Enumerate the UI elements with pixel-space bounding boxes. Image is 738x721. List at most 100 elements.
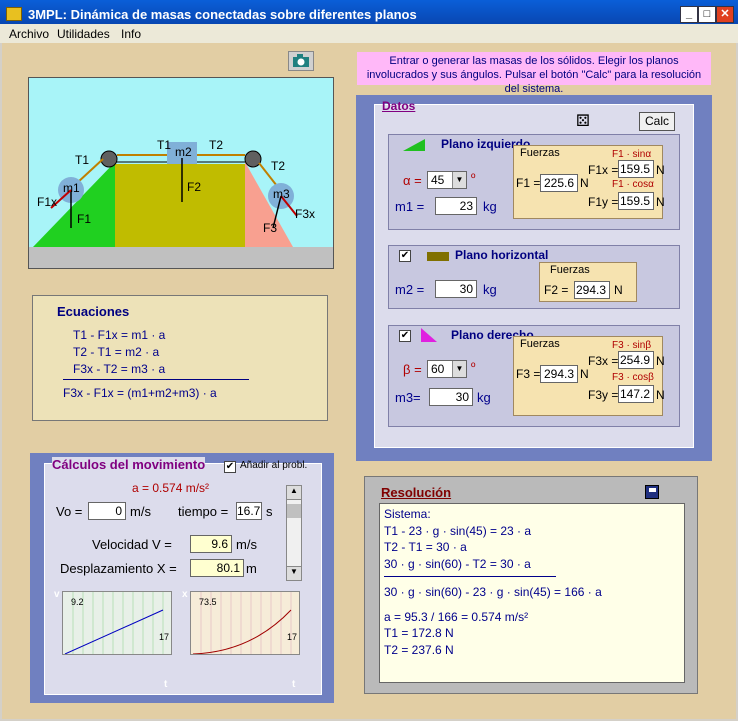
velocidad-output: 9.6 (190, 535, 232, 553)
resolucion-title: Resolución (381, 485, 452, 500)
chevron-down-icon[interactable]: ▼ (452, 172, 466, 188)
f1-sin-label: F1 · sinα (612, 149, 652, 160)
calculos-title: Cálculos del movimiento (52, 457, 206, 472)
scroll-up-icon[interactable]: ▲ (287, 486, 301, 500)
velocity-curve (64, 609, 164, 655)
velocidad-unit: m/s (236, 537, 257, 552)
datos-panel: Datos ⚄ Calc Plano izquierdo α = 45 ▼ º m… (356, 95, 712, 461)
f2-label: F2 (187, 180, 201, 194)
graph-x-ymax: 73.5 (199, 597, 217, 607)
ecuaciones-panel: Ecuaciones T1 - F1x = m1 · a T2 - T1 = m… (32, 295, 328, 421)
menu-utilidades[interactable]: Utilidades (57, 27, 110, 41)
displacement-curve (192, 609, 292, 655)
menu-archivo[interactable]: Archivo (9, 27, 49, 41)
menu-info[interactable]: Info (121, 27, 141, 41)
F1x-output: 159.5 (618, 160, 654, 178)
plano-derecho-panel: ✔ Plano derecho β = 60 ▼ º m3= 30 kg Fuer… (388, 325, 680, 427)
t1-label-top: T1 (157, 138, 171, 152)
m1-field-label: m1 = (395, 199, 425, 214)
scroll-thumb[interactable] (287, 504, 301, 518)
F1-output: 225.6 (540, 174, 578, 192)
graph-x-t: t (292, 679, 296, 690)
maximize-button[interactable]: □ (698, 6, 716, 23)
fuerzas-left: Fuerzas F1 · sinα F1 · cosα F1 = 225.6 N… (513, 145, 665, 219)
f3-sin-label: F3 · sinβ (612, 340, 652, 351)
res-line: 30 · g · sin(60) - 23 · g · sin(45) = 16… (384, 585, 602, 599)
eq-line-3: F3x - T2 = m3 · a (73, 362, 166, 376)
resolucion-text: Sistema: T1 - 23 · g · sin(45) = 23 · a … (379, 503, 685, 683)
m3-unit: kg (477, 390, 491, 405)
tiempo-unit: s (266, 504, 273, 519)
random-dice-icon[interactable]: ⚄ (576, 114, 590, 130)
F3x-label: F3x = (588, 354, 619, 368)
graph-x: 73.5 17 (190, 591, 300, 655)
alpha-select[interactable]: 45 ▼ (427, 171, 467, 189)
close-button[interactable]: ✕ (716, 6, 734, 23)
tiempo-input[interactable]: 16.7 (236, 502, 262, 520)
graph-v-ymax: 9.2 (71, 597, 84, 607)
app-icon (6, 7, 22, 21)
desplazamiento-output: 80.1 (190, 559, 244, 577)
datos-title: Datos (382, 99, 416, 113)
fuerzas-horizontal-title: Fuerzas (550, 264, 590, 276)
eq-line-4: F3x - F1x = (m1+m2+m3) · a (63, 386, 217, 400)
f1x-label: F1x (37, 195, 57, 209)
acceleration-text: a = 0.574 m/s² (132, 481, 210, 495)
beta-label: β = (403, 362, 422, 377)
scroll-down-icon[interactable]: ▼ (287, 566, 301, 580)
res-line: a = 95.3 / 166 = 0.574 m/s² (384, 609, 529, 624)
desplazamiento-unit: m (246, 561, 257, 576)
F1y-unit: N (656, 195, 665, 209)
horizontal-plane-icon (427, 252, 449, 261)
vo-unit: m/s (130, 504, 151, 519)
f3-cos-label: F3 · cosβ (612, 372, 654, 383)
F3x-unit: N (656, 354, 665, 368)
f1-label: F1 (77, 212, 91, 226)
fuerzas-right: Fuerzas F3 · sinβ F3 · cosβ F3 = 294.3 N… (513, 336, 665, 416)
velocidad-label: Velocidad V = (92, 537, 172, 552)
beta-select[interactable]: 60 ▼ (427, 360, 467, 378)
chevron-down-icon[interactable]: ▼ (452, 361, 466, 377)
F1y-output: 159.5 (618, 192, 654, 210)
F3y-unit: N (656, 388, 665, 402)
minimize-button[interactable]: _ (680, 6, 698, 23)
res-line: T2 - T1 = 30 · a (384, 540, 467, 554)
f3x-label: F3x (295, 207, 315, 221)
m2-input[interactable]: 30 (435, 280, 477, 298)
desplazamiento-label: Desplazamiento X = (60, 561, 177, 576)
save-icon[interactable] (645, 485, 659, 499)
m3-input[interactable]: 30 (429, 388, 473, 406)
F1-unit: N (580, 176, 589, 190)
m1-unit: kg (483, 199, 497, 214)
horizontal-checkbox[interactable]: ✔ (399, 250, 411, 262)
right-checkbox[interactable]: ✔ (399, 330, 411, 342)
m2-field-label: m2 = (395, 282, 425, 297)
m2-unit: kg (483, 282, 497, 297)
scrollbar[interactable]: ▲ ▼ (286, 485, 302, 581)
beta-deg: º (471, 360, 476, 374)
m3-field-label: m3= (395, 390, 421, 405)
ecuaciones-title: Ecuaciones (57, 304, 130, 319)
F3-output: 294.3 (540, 365, 578, 383)
t2-label-top: T2 (209, 138, 223, 152)
F2-output: 294.3 (574, 281, 610, 299)
eq-line-1: T1 - F1x = m1 · a (73, 328, 166, 342)
calc-button[interactable]: Calc (639, 112, 675, 131)
res-line: Sistema: (384, 507, 431, 521)
vo-input[interactable]: 0 (88, 502, 126, 520)
f3-label: F3 (263, 221, 277, 235)
add-problem-checkbox[interactable]: ✔ (224, 461, 236, 473)
m1-input[interactable]: 23 (435, 197, 477, 215)
m1-label: m1 (63, 181, 80, 195)
camera-icon[interactable] (288, 51, 314, 71)
res-line: T2 = 237.6 N (384, 642, 454, 657)
F3-unit: N (580, 367, 589, 381)
F3x-output: 254.9 (618, 351, 654, 369)
F3-label: F3 = (516, 367, 541, 381)
eq-divider (63, 379, 249, 380)
fuerzas-right-title: Fuerzas (520, 338, 560, 350)
resolucion-panel: Resolución Sistema: T1 - 23 · g · sin(45… (364, 476, 698, 694)
graph-v-xmax: 17 (159, 632, 169, 642)
left-plane-icon (403, 139, 425, 151)
F1-label: F1 = (516, 176, 541, 190)
